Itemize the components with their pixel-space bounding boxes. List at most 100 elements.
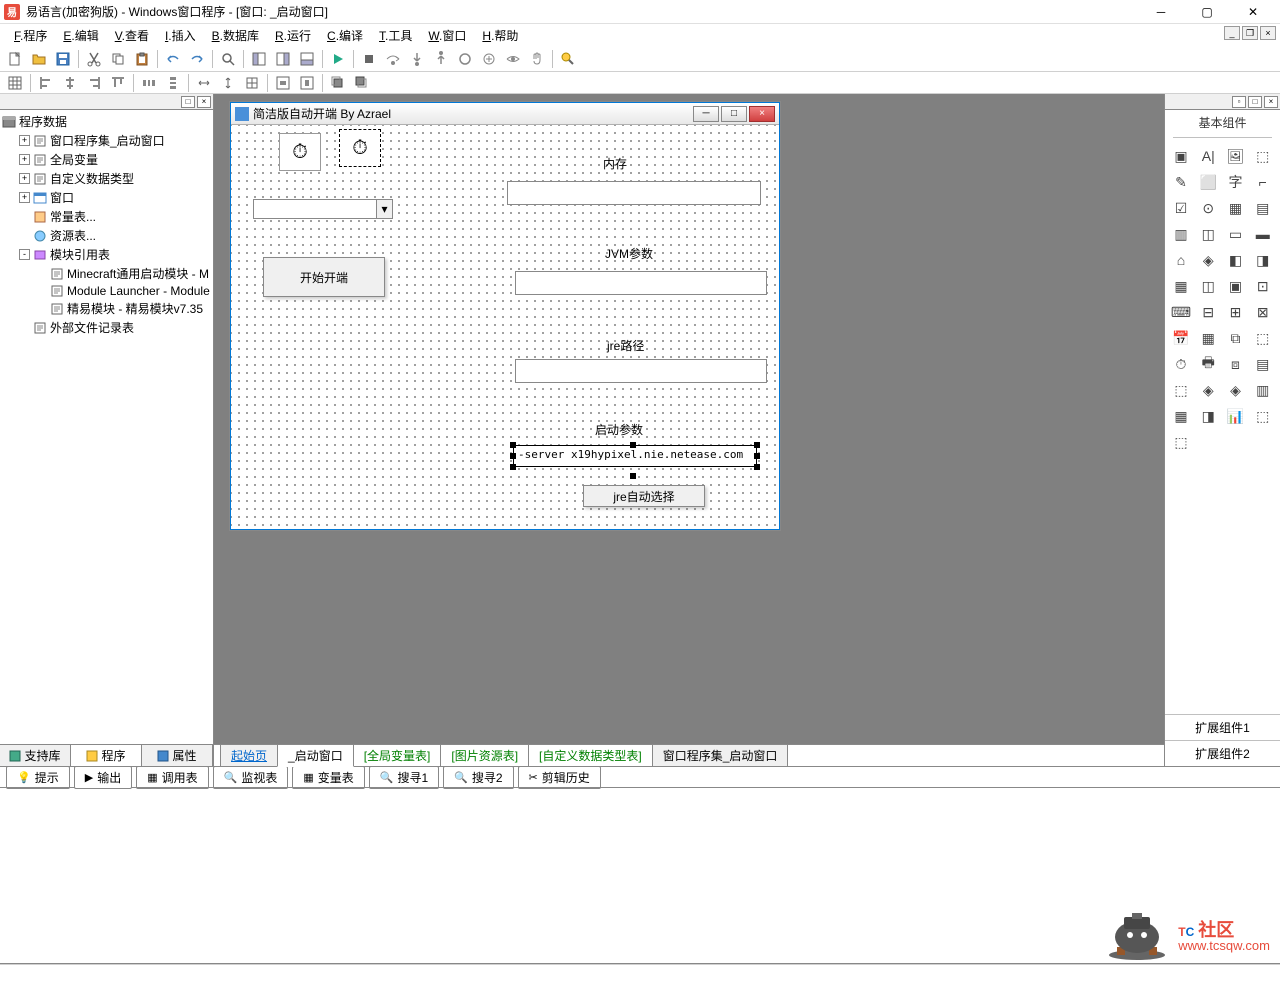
same-height-button[interactable]: [217, 72, 239, 94]
open-button[interactable]: [28, 48, 50, 70]
tab-property[interactable]: 属性: [142, 745, 213, 766]
component-tool[interactable]: ◫: [1196, 222, 1220, 246]
memory-textbox[interactable]: [507, 181, 761, 205]
maximize-button[interactable]: ▢: [1184, 0, 1230, 24]
ext-group-2[interactable]: 扩展组件2: [1165, 740, 1280, 766]
rp-close-button[interactable]: ×: [1264, 96, 1278, 108]
form-window[interactable]: 简洁版自动开端 By Azrael ─ □ × ⏱ ⏱ ▾: [230, 102, 780, 530]
component-tool[interactable]: ⊡: [1251, 274, 1275, 298]
start-button[interactable]: 开始开端: [263, 257, 385, 297]
component-tool[interactable]: A|: [1196, 144, 1220, 168]
save-button[interactable]: [52, 48, 74, 70]
menu-t[interactable]: T.工具: [371, 25, 420, 46]
close-button[interactable]: ✕: [1230, 0, 1276, 24]
align-top-button[interactable]: [107, 72, 129, 94]
center-tab[interactable]: _启动窗口: [277, 744, 354, 767]
component-tool[interactable]: 🖶: [1196, 352, 1220, 376]
stop-button[interactable]: [358, 48, 380, 70]
selection-handle[interactable]: [754, 453, 760, 459]
ext-group-1[interactable]: 扩展组件1: [1165, 714, 1280, 740]
panel-expand-button[interactable]: □: [181, 96, 195, 108]
form-titlebar[interactable]: 简洁版自动开端 By Azrael ─ □ ×: [231, 103, 779, 125]
component-tool[interactable]: ▤: [1251, 196, 1275, 220]
tree-item[interactable]: -模块引用表: [0, 245, 213, 264]
center-h-button[interactable]: [272, 72, 294, 94]
copy-button[interactable]: [107, 48, 129, 70]
tree-item[interactable]: Minecraft通用启动模块 - M: [0, 264, 213, 283]
timer2-control[interactable]: ⏱: [339, 129, 381, 167]
tree-item[interactable]: +全局变量: [0, 150, 213, 169]
selection-handle[interactable]: [510, 464, 516, 470]
watch-button[interactable]: [502, 48, 524, 70]
component-tool[interactable]: ▭: [1224, 222, 1248, 246]
center-tab[interactable]: [全局变量表]: [353, 744, 442, 766]
undo-button[interactable]: [162, 48, 184, 70]
align-right-button[interactable]: [83, 72, 105, 94]
selection-handle[interactable]: [630, 442, 636, 448]
component-tool[interactable]: 📊: [1224, 404, 1248, 428]
tree-toggle[interactable]: -: [19, 249, 30, 260]
menu-i[interactable]: I.插入: [157, 25, 204, 46]
component-tool[interactable]: ▣: [1224, 274, 1248, 298]
menu-h[interactable]: H.帮助: [474, 25, 526, 46]
form-close-button[interactable]: ×: [749, 106, 775, 122]
selection-handle[interactable]: [754, 464, 760, 470]
redo-button[interactable]: [186, 48, 208, 70]
mdi-close[interactable]: ×: [1260, 26, 1276, 40]
menu-r[interactable]: R.运行: [267, 25, 319, 46]
component-tool[interactable]: ▦: [1196, 326, 1220, 350]
component-tool[interactable]: ◨: [1251, 248, 1275, 272]
tree-item[interactable]: 精易模块 - 精易模块v7.35: [0, 299, 213, 318]
bottom-tab[interactable]: 🔍搜寻2: [443, 766, 513, 789]
menu-b[interactable]: B.数据库: [204, 25, 267, 46]
tree-item[interactable]: 资源表...: [0, 226, 213, 245]
component-tool[interactable]: ▦: [1169, 404, 1193, 428]
find-button[interactable]: [217, 48, 239, 70]
step-over-button[interactable]: [382, 48, 404, 70]
component-tool[interactable]: ⬚: [1251, 326, 1275, 350]
bottom-tab[interactable]: 🔍搜寻1: [369, 766, 439, 789]
component-tool[interactable]: ☑: [1169, 196, 1193, 220]
menu-v[interactable]: V.查看: [107, 25, 157, 46]
component-tool[interactable]: ⬚: [1169, 430, 1193, 454]
component-tool[interactable]: ◈: [1224, 378, 1248, 402]
component-tool[interactable]: ⏱: [1169, 352, 1193, 376]
hand-button[interactable]: [526, 48, 548, 70]
selection-handle[interactable]: [754, 442, 760, 448]
component-tool[interactable]: ▦: [1169, 274, 1193, 298]
tree-toggle[interactable]: +: [19, 154, 30, 165]
dist-h-button[interactable]: [138, 72, 160, 94]
center-tab[interactable]: 起始页: [220, 744, 278, 766]
center-tab[interactable]: [自定义数据类型表]: [528, 744, 653, 766]
breakpoint-button[interactable]: [454, 48, 476, 70]
panel-close-button[interactable]: ×: [197, 96, 211, 108]
tree-item[interactable]: 外部文件记录表: [0, 318, 213, 337]
component-tool[interactable]: ⬚: [1251, 144, 1275, 168]
tree-item[interactable]: +自定义数据类型: [0, 169, 213, 188]
layout3-button[interactable]: [296, 48, 318, 70]
mdi-restore[interactable]: ❐: [1242, 26, 1258, 40]
layout1-button[interactable]: [248, 48, 270, 70]
center-tab[interactable]: 窗口程序集_启动窗口: [652, 744, 789, 766]
tab-support-lib[interactable]: 支持库: [0, 745, 71, 766]
bottom-tab[interactable]: ▶输出: [74, 766, 132, 789]
component-tool[interactable]: ▦: [1224, 196, 1248, 220]
mdi-minimize[interactable]: _: [1224, 26, 1240, 40]
menu-c[interactable]: C.编译: [319, 25, 371, 46]
component-tool[interactable]: ▥: [1251, 378, 1275, 402]
jre-auto-button[interactable]: jre自动选择: [583, 485, 705, 507]
component-tool[interactable]: ▤: [1251, 352, 1275, 376]
new-button[interactable]: [4, 48, 26, 70]
component-tool[interactable]: ⊟: [1196, 300, 1220, 324]
component-tool[interactable]: ⊞: [1224, 300, 1248, 324]
align-center-h-button[interactable]: [59, 72, 81, 94]
rp-collapse-button[interactable]: □: [1248, 96, 1262, 108]
tab-program[interactable]: 程序: [71, 745, 142, 766]
output-area[interactable]: [0, 788, 1280, 964]
center-v-button[interactable]: [296, 72, 318, 94]
project-tree[interactable]: 程序数据 +窗口程序集_启动窗口+全局变量+自定义数据类型+窗口常量表...资源…: [0, 110, 213, 744]
component-tool[interactable]: ⬜: [1196, 170, 1220, 194]
same-size-button[interactable]: [241, 72, 263, 94]
selection-handle[interactable]: [510, 442, 516, 448]
component-tool[interactable]: ✎: [1169, 170, 1193, 194]
